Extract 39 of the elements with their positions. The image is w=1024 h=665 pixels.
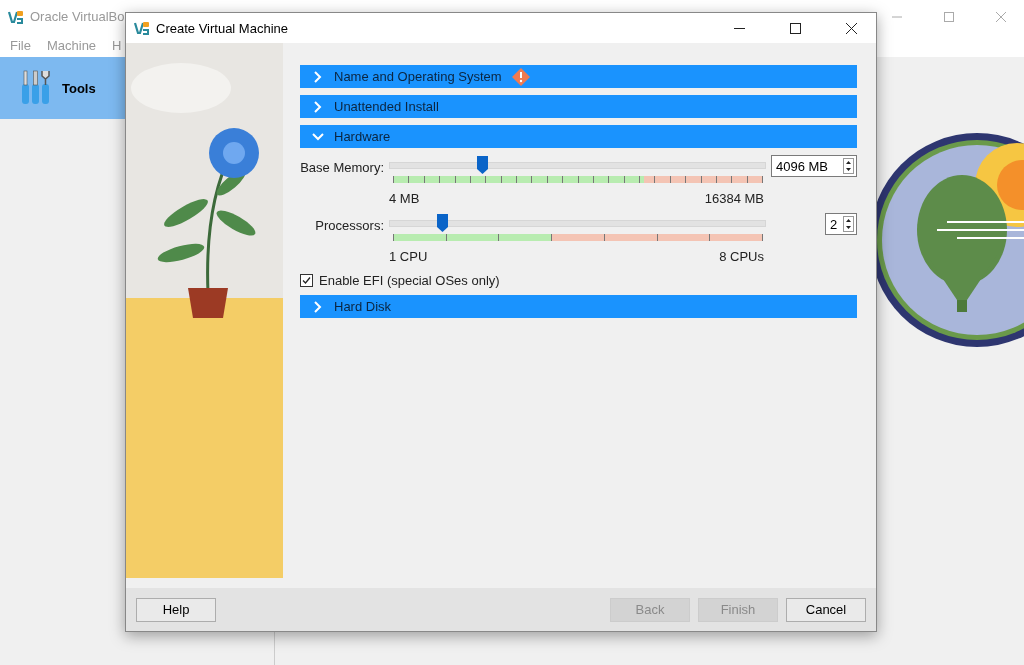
slider-track[interactable]: [389, 214, 766, 232]
maximize-icon: [944, 11, 954, 22]
menu-item[interactable]: H: [104, 37, 130, 53]
slider-label: Base Memory:: [300, 159, 384, 175]
spin-arrows-icon[interactable]: [843, 216, 854, 232]
section-header[interactable]: Unattended Install: [300, 95, 857, 118]
slider-track[interactable]: [389, 156, 766, 174]
close-icon: [845, 22, 857, 34]
chevron-right-icon: [312, 70, 324, 83]
spin-box[interactable]: 2: [825, 213, 857, 235]
efi-checkbox[interactable]: Enable EFI (special OSes only): [300, 273, 857, 288]
dialog-button[interactable]: Help: [136, 597, 216, 622]
slider-min-label: 1 CPU: [389, 249, 428, 264]
slider-label: Processors:: [314, 217, 384, 233]
chevron-down-icon: [312, 130, 324, 143]
section-header[interactable]: Hard Disk: [300, 295, 857, 318]
slider-max-label: 8 CPUs: [719, 249, 764, 264]
chevron-right-icon: [312, 100, 324, 113]
section-header[interactable]: Hardware: [300, 125, 857, 148]
spin-arrows-icon[interactable]: [843, 158, 854, 174]
app-logo-icon: [134, 20, 150, 36]
tools-icon: [20, 70, 52, 106]
warning-icon: [511, 67, 530, 86]
dialog-button[interactable]: Cancel: [786, 597, 866, 622]
slider-min-label: 4 MB: [389, 191, 420, 206]
slider-thumb[interactable]: [436, 214, 448, 232]
maximize-icon: [789, 22, 801, 34]
app-logo-icon: [8, 8, 24, 25]
menu-item[interactable]: Machine: [38, 37, 105, 53]
close-icon: [996, 11, 1006, 22]
slider-thumb[interactable]: [477, 156, 489, 174]
slider-max-label: 16384 MB: [704, 191, 764, 206]
menu-item[interactable]: File: [2, 37, 39, 53]
section-header[interactable]: Name and Operating System: [300, 65, 857, 88]
spin-box[interactable]: 4096 MB: [771, 155, 857, 177]
chevron-right-icon: [312, 300, 324, 313]
window-title: Oracle VirtualBo: [30, 9, 125, 24]
checkbox-box[interactable]: [300, 274, 313, 287]
dialog-title: Create Virtual Machine: [156, 20, 288, 36]
